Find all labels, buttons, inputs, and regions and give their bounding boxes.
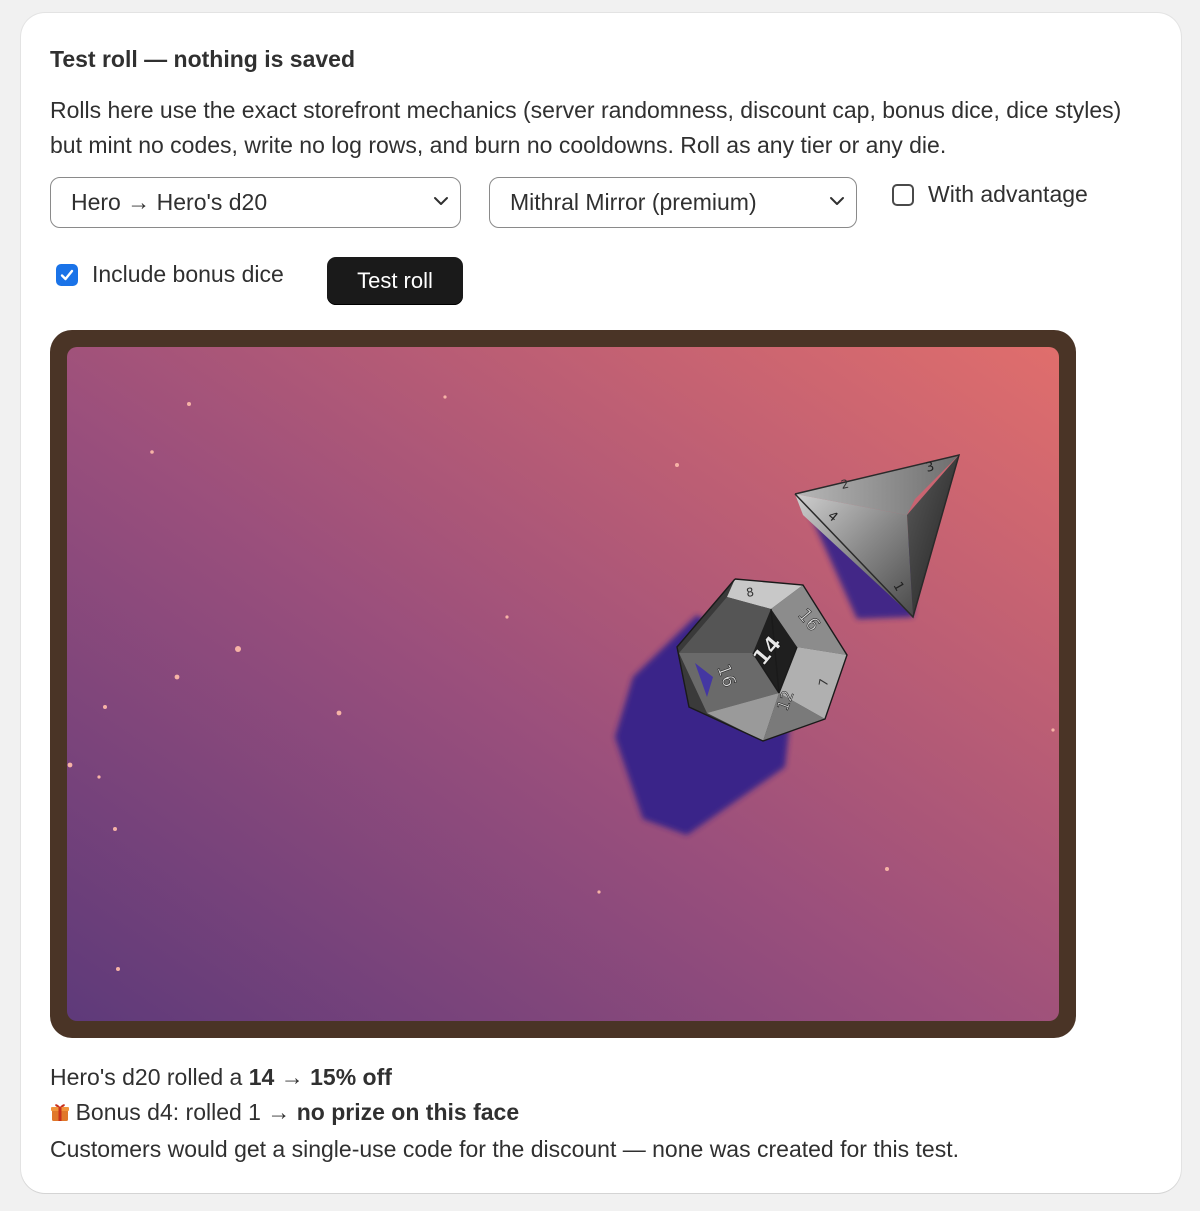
result-note: Customers would get a single-use code fo… <box>50 1136 959 1162</box>
chevron-down-icon <box>830 197 844 205</box>
main-roll-line: Hero's d20 rolled a 14 → 15% off <box>50 1060 1150 1095</box>
advantage-toggle[interactable]: With advantage <box>892 181 1088 208</box>
chevron-down-icon <box>434 197 448 205</box>
bonus-roll-prefix: Bonus d4: rolled 1 → <box>75 1099 297 1125</box>
dice-stage-frame: 3 2 4 1 14 16 16 12 8 7 <box>50 330 1076 1038</box>
advantage-label: With advantage <box>928 181 1088 207</box>
dice-style-select-value: Mithral Mirror (premium) <box>510 189 757 215</box>
roll-result: Hero's d20 rolled a 14 → 15% off Bonus d… <box>50 1060 1150 1167</box>
checkmark-icon <box>60 269 74 280</box>
test-roll-button[interactable]: Test roll <box>327 257 463 305</box>
advantage-checkbox[interactable] <box>892 183 914 206</box>
main-roll-arrow: → <box>274 1064 311 1090</box>
panel-description: Rolls here use the exact storefront mech… <box>50 97 1122 158</box>
bonus-dice-toggle[interactable]: Include bonus dice <box>56 261 284 288</box>
dice-scene: 3 2 4 1 14 16 16 12 8 7 <box>67 347 1059 1021</box>
dice-stage: 3 2 4 1 14 16 16 12 8 7 <box>67 347 1059 1021</box>
tier-die-select[interactable]: Hero → Hero's d20 <box>50 177 461 228</box>
bonus-roll-line: Bonus d4: rolled 1 → no prize on this fa… <box>50 1095 1150 1132</box>
test-roll-panel: Test roll — nothing is saved Rolls here … <box>21 13 1181 1193</box>
dice-style-select[interactable]: Mithral Mirror (premium) <box>489 177 857 228</box>
main-roll-value: 14 <box>248 1064 275 1090</box>
main-roll-prize: 15% off <box>310 1064 392 1090</box>
bonus-dice-checkbox[interactable] <box>56 263 78 286</box>
stage-background <box>67 347 1059 1021</box>
tier-die-select-value: Hero → Hero's d20 <box>71 189 268 215</box>
main-roll-prefix: Hero's d20 rolled a <box>50 1064 249 1090</box>
gift-icon <box>50 1103 76 1125</box>
panel-title: Test roll — nothing is saved <box>50 46 356 72</box>
bonus-roll-prize: no prize on this face <box>296 1099 520 1125</box>
bonus-dice-label: Include bonus dice <box>92 261 284 287</box>
